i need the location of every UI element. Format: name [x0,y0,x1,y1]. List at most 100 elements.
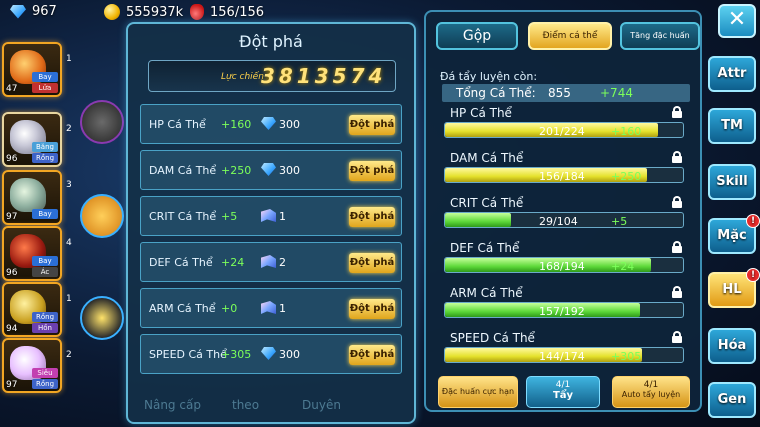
tab-merge[interactable]: Gộp [436,22,518,50]
stat-value: 144/174 [539,350,585,363]
stat-bonus: +5 [611,215,628,228]
stat-bonus: +250 [611,170,642,183]
total-stats-row: Tổng Cá Thể: 855 +744 [442,84,690,102]
stat-label: ARM Cá Thể [450,286,523,300]
lock-icon[interactable] [672,286,682,298]
side-tab-tm[interactable]: TM [708,108,756,144]
stat-value: 157/192 [539,305,585,318]
pet-level: 47 [6,84,18,94]
tab-special-training[interactable]: Tăng đặc huấn [620,22,700,50]
stat-bonus: +160 [611,125,642,138]
stat-value: 156/184 [539,170,585,183]
breakthrough-row: ARM Cá Thể +0 1 Đột phá [140,288,402,328]
type-tag: Hồn [32,323,58,333]
stat-label: SPEED Cá Thể [149,348,227,361]
stat-bar: 157/192 [444,302,684,318]
auto-wash-button[interactable]: 4/1 Auto tẩy luyện [612,376,690,408]
tab-affinity[interactable]: Duyên [302,398,341,412]
breakthrough-button[interactable]: Đột phá [349,299,395,319]
stat-bar: 144/174 +305 [444,347,684,363]
side-tab-hl[interactable]: HL! [708,268,760,308]
breakthrough-button[interactable]: Đột phá [349,253,395,273]
stat-bonus: +5 [221,210,238,223]
lock-icon[interactable] [672,196,682,208]
total-bonus: +744 [600,86,633,100]
breakthrough-panel: Đột phá Lực chiến 3813574 HP Cá Thể +160… [126,22,416,424]
equipment-slot-icon[interactable] [80,100,124,144]
side-tab-skill[interactable]: Skill [708,164,756,200]
side-tab-gen[interactable]: Gen [708,382,756,418]
side-tab-mac[interactable]: Mặc! [708,214,760,254]
type-tag: Ác [32,267,58,277]
action-count: 4/1 [643,380,659,390]
stat-bonus: +305 [611,350,642,363]
stat-row-dam: DAM Cá Thể 156/184 +250 [442,151,690,191]
stat-bar: 156/184 +250 [444,167,684,183]
breakthrough-button[interactable]: Đột phá [349,345,395,365]
power-label: Lực chiến [221,72,264,82]
power-display: Lực chiến 3813574 [148,60,396,92]
lock-icon[interactable] [672,106,682,118]
action-label: Auto tẩy luyện [621,390,681,399]
stat-label: CRIT Cá Thể [450,196,524,210]
extreme-training-button[interactable]: Đặc huấn cực hạn [438,376,518,408]
pet-card[interactable]: 47 Bay Lửa [2,42,62,97]
gold-count: 555937k [126,4,184,20]
breakthrough-button[interactable]: Đột phá [349,207,395,227]
gem-icon [10,4,26,19]
skill-orb-icon[interactable] [80,296,124,340]
action-label: Tẩy [552,390,574,401]
type-tag: Lửa [32,83,58,93]
tab-upgrade[interactable]: Nâng cấp [144,398,201,412]
lock-icon[interactable] [672,241,682,253]
bag-icon[interactable] [80,194,124,238]
side-tab-attr[interactable]: Attr [708,56,756,92]
stat-bonus: +160 [221,118,252,131]
stat-fill [445,213,512,227]
pet-card[interactable]: 97 Bay [2,170,62,225]
stat-value: 201/224 [539,125,585,138]
side-tab-hoa[interactable]: Hóa [708,328,756,364]
stat-bonus: +305 [221,348,252,361]
stat-bar: 29/104 +5 [444,212,684,228]
side-tab-label: Mặc [717,228,747,243]
type-tag: Rồng [32,153,58,163]
pet-card[interactable]: 97 Siêu Rồng [2,338,62,393]
panel-title: Đột phá [239,32,303,51]
stamina-counter: 156/156 [190,4,264,20]
slot-number: 1 [66,54,72,64]
breakthrough-row: DEF Cá Thể +24 2 Đột phá [140,242,402,282]
cost-value: 300 [279,118,300,131]
breakthrough-row: DAM Cá Thể +250 300 Đột phá [140,150,402,190]
book-icon [261,255,276,268]
pet-card[interactable]: 96 Băng Rồng [2,112,62,167]
lock-icon[interactable] [672,331,682,343]
action-count: 4/1 [555,380,571,390]
stat-bonus: +24 [611,260,635,273]
pet-card[interactable]: 94 Rồng Hồn [2,282,62,337]
stat-bar: 168/194 +24 [444,257,684,273]
type-tag: Bay [32,72,58,82]
close-button[interactable]: ✕ [718,4,756,38]
tab-follow[interactable]: theo [232,398,259,412]
breakthrough-button[interactable]: Đột phá [349,161,395,181]
stat-bonus: +0 [221,302,238,315]
wash-button[interactable]: 4/1 Tẩy [526,376,600,408]
gem-counter: 967 [10,4,57,19]
tab-individual-points[interactable]: Điểm cá thể [528,22,612,50]
pet-level: 94 [6,324,18,334]
gem-icon [261,347,276,360]
side-tab-label: Skill [716,174,748,189]
power-value: 3813574 [261,64,387,88]
stat-label: SPEED Cá Thể [450,331,535,345]
pet-card[interactable]: 96 Bay Ác [2,226,62,281]
type-tag: Rồng [32,312,58,322]
lock-icon[interactable] [672,151,682,163]
type-tag: Siêu [32,368,58,378]
pet-level: 97 [6,380,18,390]
stat-bar: 201/224 +160 [444,122,684,138]
type-tag: Bay [32,209,58,219]
gold-coin-icon [104,4,120,20]
breakthrough-button[interactable]: Đột phá [349,115,395,135]
stat-bonus: +24 [221,256,245,269]
